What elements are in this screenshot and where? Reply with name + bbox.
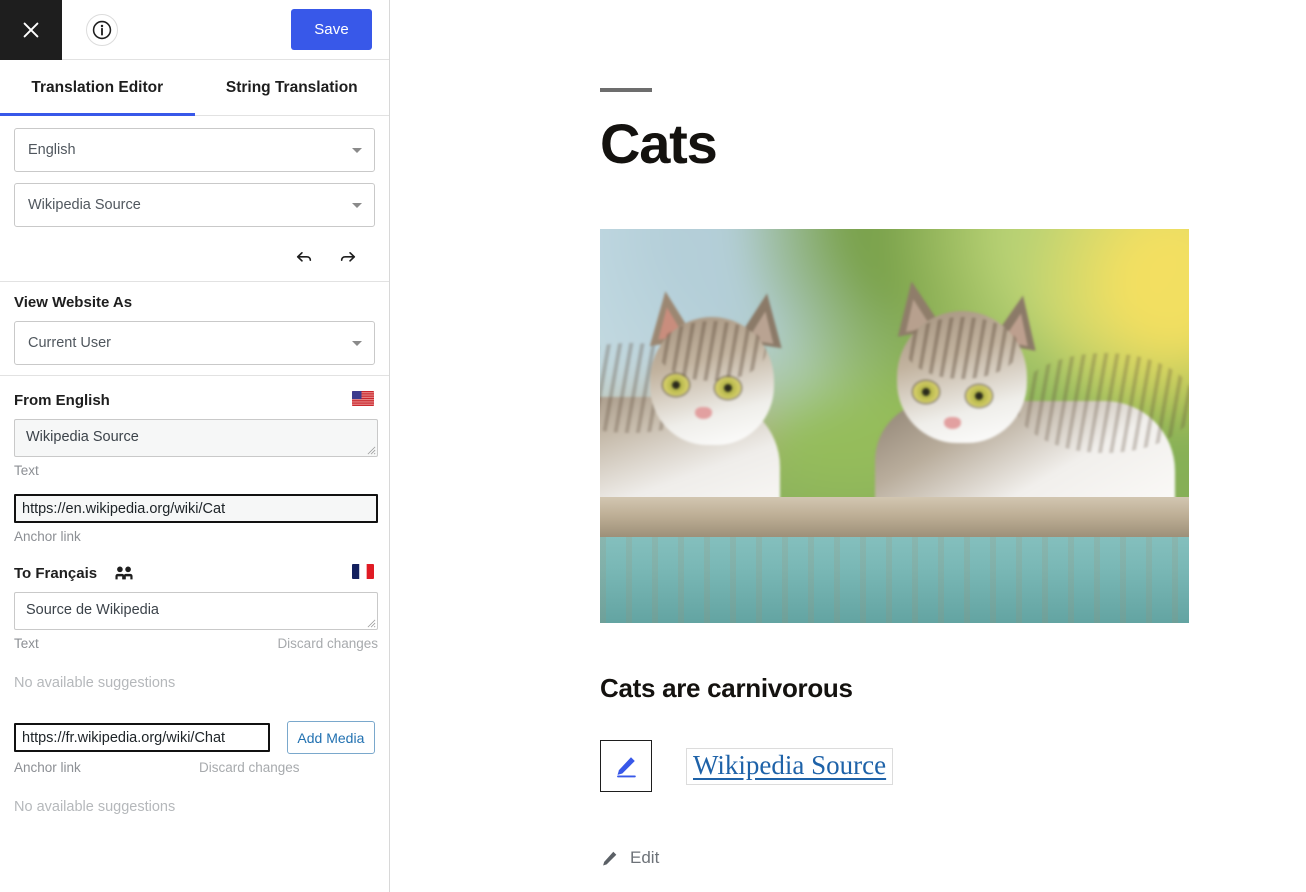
source-anchor-subrow: Anchor link xyxy=(14,529,378,547)
edit-row[interactable]: Edit xyxy=(600,848,1306,868)
target-text-subrow: Text Discard changes xyxy=(14,636,378,654)
no-suggestions-text: No available suggestions xyxy=(14,675,176,691)
target-pane-heading: To Français xyxy=(14,564,98,582)
close-icon xyxy=(23,22,39,37)
source-text-input[interactable] xyxy=(14,419,378,457)
target-anchor-subrow: Anchor link Discard changes xyxy=(14,760,378,778)
no-suggestions-anchor: No available suggestions xyxy=(14,799,176,815)
title-rule-divider xyxy=(600,88,652,92)
pencil-edit-icon xyxy=(617,757,636,778)
chevron-down-icon xyxy=(352,341,362,346)
target-pane-header: To Français xyxy=(14,563,375,583)
sidebar-tabs: Translation Editor String Translation xyxy=(0,60,389,116)
view-website-as-section: View Website As Current User xyxy=(0,282,389,376)
section-heading: Cats are carnivorous xyxy=(600,673,853,703)
link-edit-row: Wikipedia Source xyxy=(600,740,1306,792)
translation-sidebar: Save Translation Editor String Translati… xyxy=(0,0,390,892)
source-text-wrap xyxy=(14,419,378,457)
translation-editor-app: Save Translation Editor String Translati… xyxy=(0,0,1306,892)
cats-photo xyxy=(600,229,1189,623)
info-button[interactable] xyxy=(86,13,118,46)
view-as-select[interactable]: Current User xyxy=(14,321,375,365)
pencil-icon xyxy=(603,851,617,865)
info-icon xyxy=(92,20,112,39)
chevron-down-icon xyxy=(352,203,362,208)
edit-link-button[interactable] xyxy=(600,740,652,792)
tab-string-translation[interactable]: String Translation xyxy=(195,60,390,115)
target-anchor-label: Anchor link xyxy=(14,760,81,775)
redo-arrow-icon xyxy=(340,252,356,262)
source-anchor-input[interactable] xyxy=(14,494,378,523)
discard-changes-anchor-button[interactable]: Discard changes xyxy=(199,760,300,775)
flag-fr-icon xyxy=(352,564,374,579)
language-select[interactable]: English xyxy=(14,128,375,172)
view-website-as-title: View Website As xyxy=(14,294,133,311)
photo-plank-grain xyxy=(600,537,1189,623)
redo-button[interactable] xyxy=(337,247,359,267)
source-anchor-label: Anchor link xyxy=(14,529,81,544)
people-icon[interactable] xyxy=(114,565,134,581)
undo-button[interactable] xyxy=(293,247,315,267)
string-select-value: Wikipedia Source xyxy=(28,197,141,213)
source-pane-header: From English xyxy=(14,390,375,410)
source-pane: From English Wikipedia Source Text https… xyxy=(0,376,389,547)
website-preview: Cats Cats are carnivorous Wikipedia Sour… xyxy=(390,0,1306,892)
undo-redo-row xyxy=(14,238,375,275)
edit-label: Edit xyxy=(630,848,660,867)
source-text-label: Text xyxy=(14,463,39,478)
sidebar-topbar: Save xyxy=(0,0,389,60)
wikipedia-source-link[interactable]: Wikipedia Source xyxy=(686,747,894,785)
string-select[interactable]: Wikipedia Source xyxy=(14,183,375,227)
close-button[interactable] xyxy=(0,0,62,60)
target-text-wrap xyxy=(14,592,378,630)
discard-changes-text-button[interactable]: Discard changes xyxy=(277,636,378,651)
source-pane-heading: From English xyxy=(14,391,110,409)
target-pane: To Français Source de Wikipedia Text Dis… xyxy=(0,547,389,815)
selector-section: English Wikipedia Source xyxy=(0,116,389,282)
source-text-subrow: Text xyxy=(14,463,378,481)
chevron-down-icon xyxy=(352,148,362,153)
view-as-select-value: Current User xyxy=(28,335,111,351)
add-media-button[interactable]: Add Media xyxy=(286,721,375,754)
article: Cats Cats are carnivorous Wikipedia Sour… xyxy=(390,0,1306,868)
photo-upper-plank xyxy=(600,497,1189,539)
save-button[interactable]: Save xyxy=(291,9,372,50)
page-title: Cats xyxy=(600,112,718,175)
tab-translation-editor[interactable]: Translation Editor xyxy=(0,60,195,116)
target-anchor-input[interactable] xyxy=(14,723,270,752)
flag-us-icon xyxy=(352,391,374,406)
language-select-value: English xyxy=(28,142,76,158)
target-anchor-row: Add Media xyxy=(14,721,375,754)
target-text-label: Text xyxy=(14,636,39,651)
target-text-input[interactable] xyxy=(14,592,378,630)
undo-arrow-icon xyxy=(296,252,312,262)
